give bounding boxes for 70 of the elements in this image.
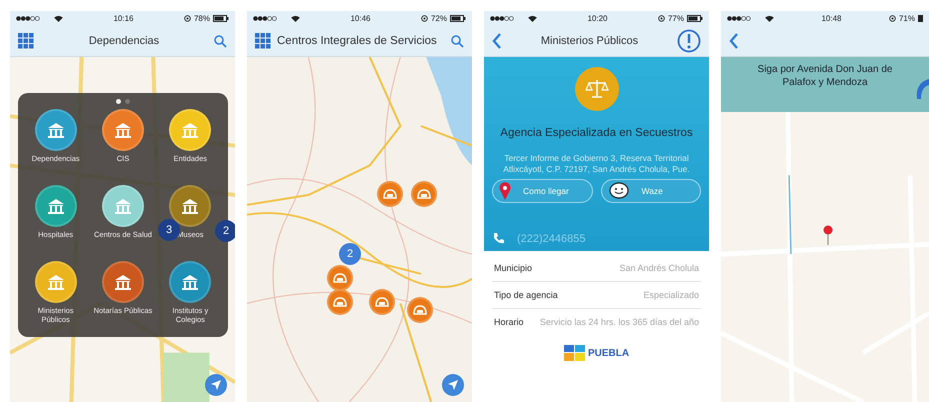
status-time: 10:48 — [820, 14, 842, 23]
signal-icon — [253, 16, 277, 21]
smiley-icon — [608, 182, 630, 200]
map-pin-icon — [499, 182, 511, 200]
wifi-icon — [54, 15, 63, 22]
page-dot[interactable] — [125, 99, 130, 104]
grid-icon — [18, 33, 34, 49]
battery-icon — [687, 15, 703, 22]
menu-grid-button[interactable] — [253, 31, 273, 51]
battery-icon — [918, 15, 923, 22]
back-button[interactable] — [727, 31, 741, 51]
rotation-lock-icon — [184, 15, 191, 22]
field-value: Especializado — [643, 290, 699, 300]
signal-icon — [727, 16, 751, 21]
grid-icon — [255, 33, 271, 49]
field-label: Horario — [494, 317, 524, 327]
building-icon — [181, 274, 200, 290]
building-icon — [114, 274, 132, 290]
location-arrow-icon — [448, 380, 458, 390]
menu-grid-button[interactable] — [16, 31, 36, 51]
puebla-logo: PUEBLA — [484, 345, 709, 361]
search-button[interactable] — [449, 32, 466, 50]
field-label: Tipo de agencia — [494, 290, 558, 300]
building-icon — [114, 198, 132, 214]
screen-title: Centros Integrales de Servicios — [277, 35, 438, 47]
field-value: Servicio las 24 hrs. los 365 días del año — [540, 317, 699, 327]
alert-button[interactable] — [675, 27, 703, 55]
field-label: Municipio — [494, 263, 532, 273]
building-icon — [46, 122, 65, 138]
building-icon — [46, 198, 65, 214]
battery-percent: 78% — [194, 14, 210, 23]
status-time: 10:46 — [349, 14, 372, 23]
exclamation-icon — [677, 29, 701, 53]
rotation-lock-icon — [420, 15, 428, 22]
location-pin-icon — [823, 225, 833, 245]
building-icon — [181, 198, 200, 214]
battery-icon — [450, 15, 466, 22]
rotation-lock-icon — [658, 15, 665, 22]
search-icon — [451, 34, 464, 48]
wifi-icon — [528, 15, 537, 22]
screen-title: Dependencias — [88, 35, 160, 47]
signal-icon — [16, 16, 40, 21]
search-icon — [214, 34, 227, 48]
scales-icon — [584, 79, 608, 99]
building-icon — [46, 274, 65, 290]
back-button[interactable] — [490, 31, 504, 51]
phone-icon — [492, 232, 505, 245]
building-icon — [181, 122, 200, 138]
screen-title: Ministerios Públicos — [540, 35, 640, 47]
agency-address: Tercer Informe de Gobierno 3, Reserva Territorial Atlixcáyotl, C.P. 72197, San Andrés Cholula, Pue. — [502, 153, 691, 176]
back-chevron-icon — [729, 33, 739, 49]
battery-percent: 71% — [898, 14, 915, 23]
wifi-icon — [291, 15, 300, 22]
back-chevron-icon — [492, 33, 502, 49]
route-instruction: Siga por Avenida Don Juan de Palafox y Mendoza — [756, 63, 894, 90]
wifi-icon — [765, 15, 774, 22]
status-time: 10:16 — [112, 14, 134, 23]
battery-percent: 77% — [668, 14, 684, 23]
page-dot[interactable] — [116, 99, 121, 104]
signal-icon — [490, 16, 514, 21]
battery-percent: 72% — [430, 14, 447, 23]
turn-arrow-icon — [915, 79, 929, 99]
location-arrow-icon — [211, 380, 221, 390]
rotation-lock-icon — [888, 15, 896, 22]
status-time: 10:20 — [586, 14, 608, 23]
agency-name: Agencia Especializada en Secuestros — [500, 127, 693, 139]
search-button[interactable] — [212, 32, 229, 50]
field-value: San Andrés Cholula — [619, 263, 699, 273]
building-icon — [114, 122, 132, 138]
battery-icon — [213, 15, 229, 22]
